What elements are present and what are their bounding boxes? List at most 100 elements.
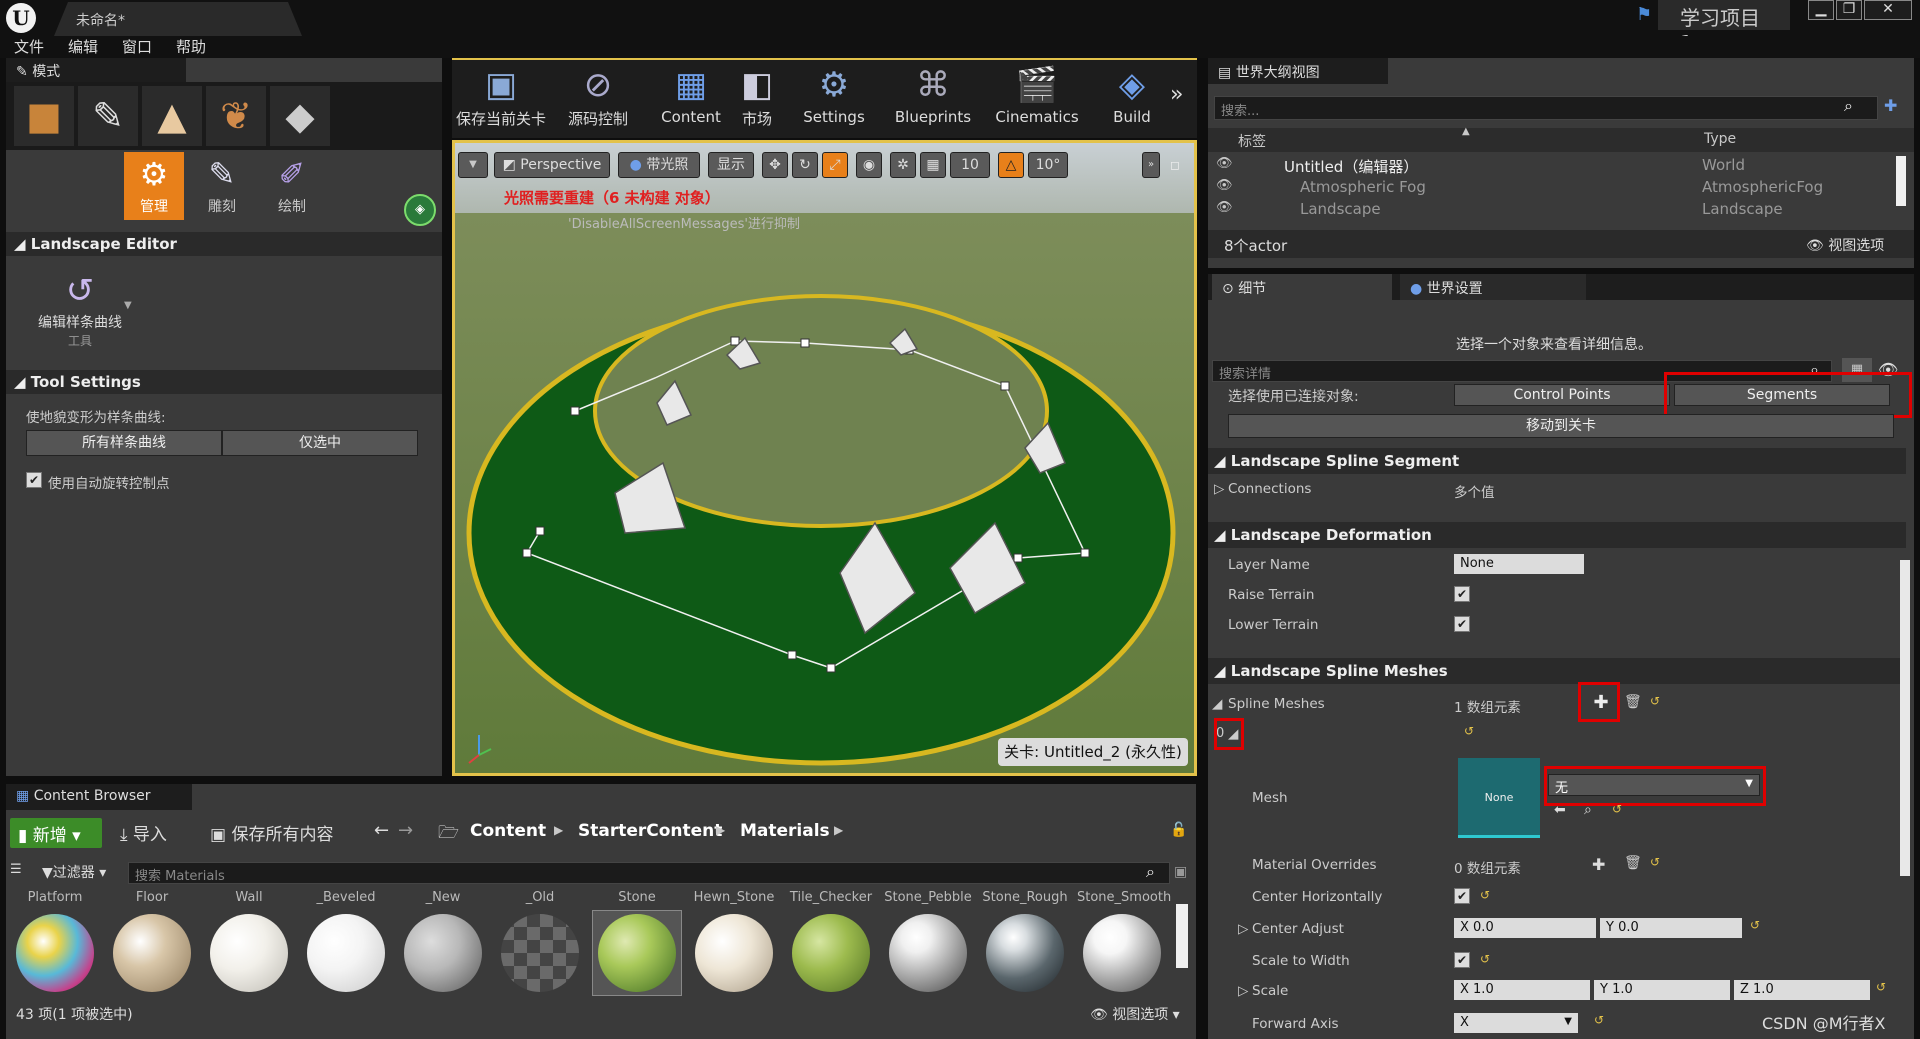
menu-window[interactable]: 窗口: [122, 36, 152, 58]
outliner-scrollbar[interactable]: [1896, 156, 1906, 206]
add-element-icon[interactable]: ✚: [1592, 855, 1605, 874]
asset-thumbnail[interactable]: [889, 914, 967, 992]
outliner-view-options[interactable]: 👁 视图选项: [1806, 235, 1884, 255]
spline-meshes-header[interactable]: ◢ Landscape Spline Meshes: [1208, 658, 1906, 684]
landscape-mode-icon[interactable]: ▲: [142, 86, 202, 146]
reset-arrow-icon[interactable]: ↺: [1876, 980, 1886, 994]
cinematics-button[interactable]: 🎬 Cinematics: [992, 62, 1082, 134]
minimize-button[interactable]: ▁: [1808, 0, 1834, 20]
asset-thumbnail[interactable]: [404, 914, 482, 992]
save-search-icon[interactable]: ▣: [1174, 864, 1187, 880]
expand-arrow-icon[interactable]: ▷: [1238, 921, 1248, 937]
trash-icon[interactable]: 🗑: [1624, 855, 1642, 871]
world-settings-tab[interactable]: ● 世界设置: [1400, 274, 1586, 300]
paint-tab[interactable]: ✐ 绘制: [262, 152, 322, 220]
scale-to-width-checkbox[interactable]: ✔: [1454, 952, 1470, 968]
content-button[interactable]: ▦ Content: [656, 62, 726, 134]
source-control-icon[interactable]: ⚑: [1636, 4, 1652, 25]
viewport-menu-icon[interactable]: ▼: [458, 152, 488, 178]
document-tab[interactable]: 未命名*: [54, 2, 302, 36]
menu-edit[interactable]: 编辑: [68, 36, 98, 58]
reset-arrow-icon[interactable]: ↺: [1480, 952, 1490, 966]
move-to-level-button[interactable]: 移动到关卡: [1228, 414, 1894, 438]
browse-search-icon[interactable]: ⌕: [1584, 802, 1592, 818]
folder-icon[interactable]: 🗁: [438, 820, 459, 849]
content-view-options[interactable]: 👁 视图选项 ▾: [1090, 1004, 1180, 1024]
selected-only-button[interactable]: 仅选中: [222, 430, 418, 456]
blueprints-button[interactable]: ⌘ Blueprints: [890, 62, 976, 134]
viewport[interactable]: [452, 140, 1197, 776]
grid-snap-icon[interactable]: ▦: [920, 152, 946, 178]
reset-arrow-icon[interactable]: ↺: [1594, 1013, 1604, 1027]
breadcrumb-materials[interactable]: Materials: [740, 821, 830, 841]
paint-mode-icon[interactable]: ✎: [78, 86, 138, 146]
visibility-eye-icon[interactable]: 👁: [1216, 200, 1233, 215]
geometry-mode-icon[interactable]: ◆: [270, 86, 330, 146]
toolbar-overflow-icon[interactable]: »: [1170, 82, 1183, 107]
show-button[interactable]: 显示: [708, 152, 754, 178]
import-button[interactable]: ⤓ 导入: [120, 820, 167, 845]
expand-arrow-icon[interactable]: ▷: [1214, 481, 1224, 497]
expand-arrow-icon[interactable]: ▷: [1238, 983, 1248, 999]
asset-thumbnail[interactable]: [307, 914, 385, 992]
deformation-header[interactable]: ◢ Landscape Deformation: [1208, 522, 1906, 548]
breadcrumb-startercontent[interactable]: StarterContent: [578, 821, 722, 841]
lower-terrain-checkbox[interactable]: ✔: [1454, 616, 1470, 632]
landscape-badge-icon[interactable]: ◈: [404, 194, 436, 226]
landscape-editor-header[interactable]: ◢ Landscape Editor: [6, 232, 442, 256]
lock-icon[interactable]: 🔓: [1170, 822, 1187, 838]
spline-segment-header[interactable]: ◢ Landscape Spline Segment: [1208, 448, 1906, 474]
asset-thumbnail[interactable]: [598, 914, 676, 992]
rotate-icon[interactable]: ↻: [792, 152, 818, 178]
reset-arrow-icon[interactable]: ↺: [1612, 802, 1622, 816]
translate-icon[interactable]: ✥: [762, 152, 788, 178]
assets-scrollbar[interactable]: [1176, 904, 1188, 968]
details-tab[interactable]: ⊙ 细节: [1212, 274, 1392, 300]
mesh-thumbnail[interactable]: None: [1458, 758, 1540, 838]
scale-y[interactable]: Y 1.0: [1594, 980, 1730, 1000]
place-mode-icon[interactable]: ■: [14, 86, 74, 146]
forward-arrow-icon[interactable]: →: [398, 820, 413, 841]
asset-thumbnail[interactable]: [113, 914, 191, 992]
search-icon[interactable]: ⌕: [1844, 96, 1853, 116]
sources-toggle-icon[interactable]: ☰: [10, 862, 22, 877]
marketplace-button[interactable]: ◧ 市场: [732, 62, 782, 134]
settings-button[interactable]: ⚙ Settings: [796, 62, 872, 134]
all-splines-button[interactable]: 所有样条曲线: [26, 430, 222, 456]
scale-x[interactable]: X 1.0: [1454, 980, 1590, 1000]
trash-icon[interactable]: 🗑: [1624, 694, 1642, 710]
grid-size[interactable]: 10: [950, 152, 990, 178]
use-selected-arrow-icon[interactable]: ⬅: [1554, 802, 1566, 818]
col-label[interactable]: 标签: [1238, 131, 1266, 151]
outliner-row-landscape[interactable]: Landscape: [1300, 200, 1381, 218]
unreal-logo-icon[interactable]: U: [6, 3, 36, 33]
raise-terrain-checkbox[interactable]: ✔: [1454, 586, 1470, 602]
add-new-button[interactable]: ▮ 新增 ▾: [10, 818, 102, 848]
modes-tab[interactable]: ✎ 模式: [6, 58, 186, 82]
surface-snap-icon[interactable]: ✲: [890, 152, 916, 178]
center-adjust-y[interactable]: Y 0.0: [1600, 918, 1742, 938]
visibility-eye-icon[interactable]: 👁: [1216, 178, 1233, 193]
scale-icon[interactable]: ⤢: [822, 152, 848, 178]
auto-rotate-checkbox[interactable]: ✔: [26, 472, 42, 488]
center-horizontally-checkbox[interactable]: ✔: [1454, 888, 1470, 904]
control-points-button[interactable]: Control Points: [1454, 384, 1670, 406]
center-adjust-x[interactable]: X 0.0: [1454, 918, 1596, 938]
outliner-row-fog[interactable]: Atmospheric Fog: [1300, 178, 1426, 196]
outliner-search[interactable]: 搜索...: [1214, 96, 1878, 120]
rotation-angle[interactable]: 10°: [1028, 152, 1068, 178]
visibility-eye-icon[interactable]: 👁: [1216, 156, 1233, 171]
world-local-icon[interactable]: ◉: [856, 152, 882, 178]
scale-z[interactable]: Z 1.0: [1734, 980, 1870, 1000]
collapse-arrow-icon[interactable]: ◢: [1212, 696, 1222, 712]
tool-dropdown-icon[interactable]: ▼: [124, 300, 132, 311]
layer-name-field[interactable]: None: [1454, 554, 1584, 574]
outliner-row-world[interactable]: Untitled（编辑器）: [1284, 156, 1418, 177]
back-arrow-icon[interactable]: ←: [374, 820, 389, 841]
search-icon[interactable]: ⌕: [1146, 862, 1155, 882]
forward-axis-select[interactable]: X ▼: [1454, 1013, 1578, 1033]
manage-tab[interactable]: ⚙ 管理: [124, 152, 184, 220]
reset-arrow-icon[interactable]: ↺: [1480, 888, 1490, 902]
foliage-mode-icon[interactable]: ❦: [206, 86, 266, 146]
maximize-viewport-icon[interactable]: ◻: [1170, 158, 1180, 172]
